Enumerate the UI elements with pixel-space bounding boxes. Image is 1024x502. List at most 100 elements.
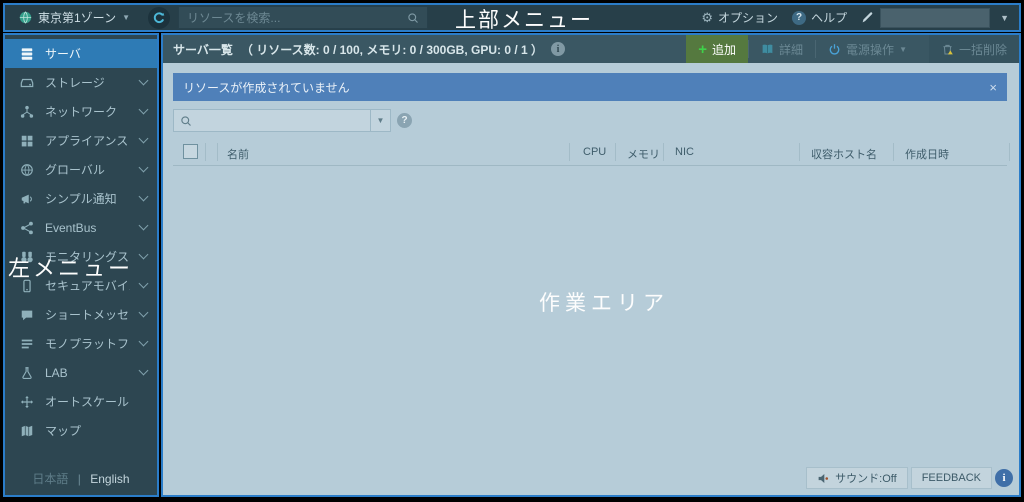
sidebar-item-lab[interactable]: LAB: [5, 358, 157, 387]
chevron-down-icon: ▼: [122, 13, 130, 22]
filter-dropdown-icon[interactable]: ▼: [370, 110, 390, 131]
flask-icon: [19, 366, 35, 380]
column-cpu: CPU: [583, 146, 606, 158]
plus-icon: +: [698, 41, 707, 58]
detail-button-label: 詳細: [779, 41, 803, 58]
help-icon: ?: [792, 11, 806, 25]
power-button-label: 電源操作: [846, 41, 894, 58]
detail-button[interactable]: 詳細: [749, 35, 815, 63]
sidebar-item-global[interactable]: グローバル: [5, 155, 157, 184]
lang-japanese-link[interactable]: 日本語: [32, 472, 68, 486]
bulk-delete-button[interactable]: 一括削除: [929, 35, 1019, 63]
column-host: 収容ホスト名: [811, 146, 877, 162]
refresh-button[interactable]: [148, 7, 170, 29]
divider: [205, 143, 206, 161]
chevron-down-icon: [139, 76, 149, 86]
account-combobox: ▼: [861, 8, 1009, 28]
app-window: 東京第1ゾーン ▼ ⚙ オプション ? ヘルプ: [0, 0, 1024, 502]
sidebar-item-label: LAB: [45, 366, 130, 380]
binoculars-icon: [19, 250, 35, 264]
options-button[interactable]: ⚙ オプション: [701, 9, 778, 26]
sidebar-item-monitoring-suite[interactable]: モニタリングスイート: [5, 242, 157, 271]
divider: [217, 143, 218, 161]
sidebar-item-short-message[interactable]: ショートメッセージ: [5, 300, 157, 329]
column-memory: メモリ: [627, 146, 660, 162]
resource-search: [178, 6, 428, 29]
table-header: 名前 CPU メモリ NIC 収容ホスト名 作成日時: [173, 140, 1007, 166]
sound-toggle-button[interactable]: サウンド:Off: [806, 467, 908, 489]
sidebar-item-server[interactable]: サーバ: [5, 39, 157, 68]
divider: [569, 143, 570, 161]
megaphone-icon: [19, 192, 35, 206]
sidebar-item-label: オートスケール: [45, 393, 147, 410]
account-dropdown-icon[interactable]: ▼: [1000, 13, 1009, 23]
book-icon: [761, 43, 774, 56]
sidebar-item-label: サーバ: [45, 45, 147, 62]
speaker-icon: [817, 472, 830, 485]
info-icon[interactable]: i: [551, 42, 565, 56]
banner-message: リソースが作成されていません: [183, 79, 350, 96]
divider: [893, 143, 894, 161]
work-area-annotation: 作業エリア: [539, 287, 669, 317]
chevron-down-icon: ▼: [899, 45, 907, 54]
network-icon: [19, 105, 35, 119]
sidebar-item-label: シンプル通知: [45, 190, 130, 207]
globe-zone-icon: [19, 11, 32, 24]
add-button[interactable]: + 追加: [686, 35, 748, 63]
sidebar-item-label: EventBus: [45, 221, 130, 235]
filter-search-input[interactable]: [192, 114, 370, 128]
help-button[interactable]: ? ヘルプ: [792, 9, 847, 26]
add-button-label: 追加: [712, 41, 736, 58]
chat-icon: [19, 308, 35, 322]
page-title: サーバ一覧: [173, 41, 233, 58]
feedback-button[interactable]: FEEDBACK: [911, 467, 992, 489]
sidebar-item-network[interactable]: ネットワーク: [5, 97, 157, 126]
sidebar-item-label: マップ: [45, 422, 147, 439]
select-all-checkbox[interactable]: [183, 144, 198, 159]
sidebar-item-label: ショートメッセージ: [45, 306, 130, 323]
main-header: サーバ一覧 （ リソース数: 0 / 100, メモリ: 0 / 300GB, …: [163, 35, 1019, 63]
chevron-down-icon: [139, 250, 149, 260]
sidebar-item-autoscale[interactable]: オートスケール: [5, 387, 157, 416]
server-icon: [19, 47, 35, 61]
chevron-down-icon: [139, 192, 149, 202]
feedback-label: FEEDBACK: [922, 472, 981, 484]
storage-icon: [19, 76, 35, 90]
lang-english-link[interactable]: English: [90, 472, 129, 486]
left-menu: サーバ ストレージ ネットワーク アプライアンス グローバル: [3, 33, 159, 497]
sidebar-item-label: ストレージ: [45, 74, 130, 91]
gear-icon: ⚙: [701, 10, 713, 26]
sidebar-item-simple-notification[interactable]: シンプル通知: [5, 184, 157, 213]
trash-warning-icon: [941, 43, 954, 56]
sidebar-item-label: ネットワーク: [45, 103, 130, 120]
options-label: オプション: [718, 9, 778, 26]
language-switcher: 日本語 | English: [5, 470, 157, 487]
column-nic: NIC: [675, 146, 694, 158]
account-input[interactable]: [880, 8, 990, 28]
sidebar-item-storage[interactable]: ストレージ: [5, 68, 157, 97]
chevron-down-icon: [139, 337, 149, 347]
share-icon: [19, 221, 35, 235]
mobile-icon: [19, 279, 35, 293]
zone-selector[interactable]: 東京第1ゾーン ▼: [5, 9, 140, 26]
close-icon[interactable]: ×: [989, 80, 997, 95]
search-icon: [180, 115, 192, 127]
sidebar-item-map[interactable]: マップ: [5, 416, 157, 445]
sidebar-item-eventbus[interactable]: EventBus: [5, 213, 157, 242]
filter-help-icon[interactable]: ?: [397, 113, 412, 128]
sidebar-item-appliance[interactable]: アプライアンス: [5, 126, 157, 155]
map-icon: [19, 424, 35, 438]
search-icon: [407, 12, 419, 24]
sidebar-item-label: モノプラットフォーム: [45, 335, 130, 352]
chevron-down-icon: [139, 105, 149, 115]
info-icon[interactable]: i: [995, 469, 1013, 487]
search-input[interactable]: [179, 11, 407, 25]
sidebar-item-mono-platform[interactable]: モノプラットフォーム: [5, 329, 157, 358]
sidebar-item-secure-mobile[interactable]: セキュアモバイル: [5, 271, 157, 300]
divider: [615, 143, 616, 161]
power-button[interactable]: 電源操作 ▼: [816, 35, 919, 63]
bulk-delete-label: 一括削除: [959, 41, 1007, 58]
power-icon: [828, 43, 841, 56]
lang-separator: |: [78, 472, 81, 486]
sidebar-item-label: グローバル: [45, 161, 130, 178]
